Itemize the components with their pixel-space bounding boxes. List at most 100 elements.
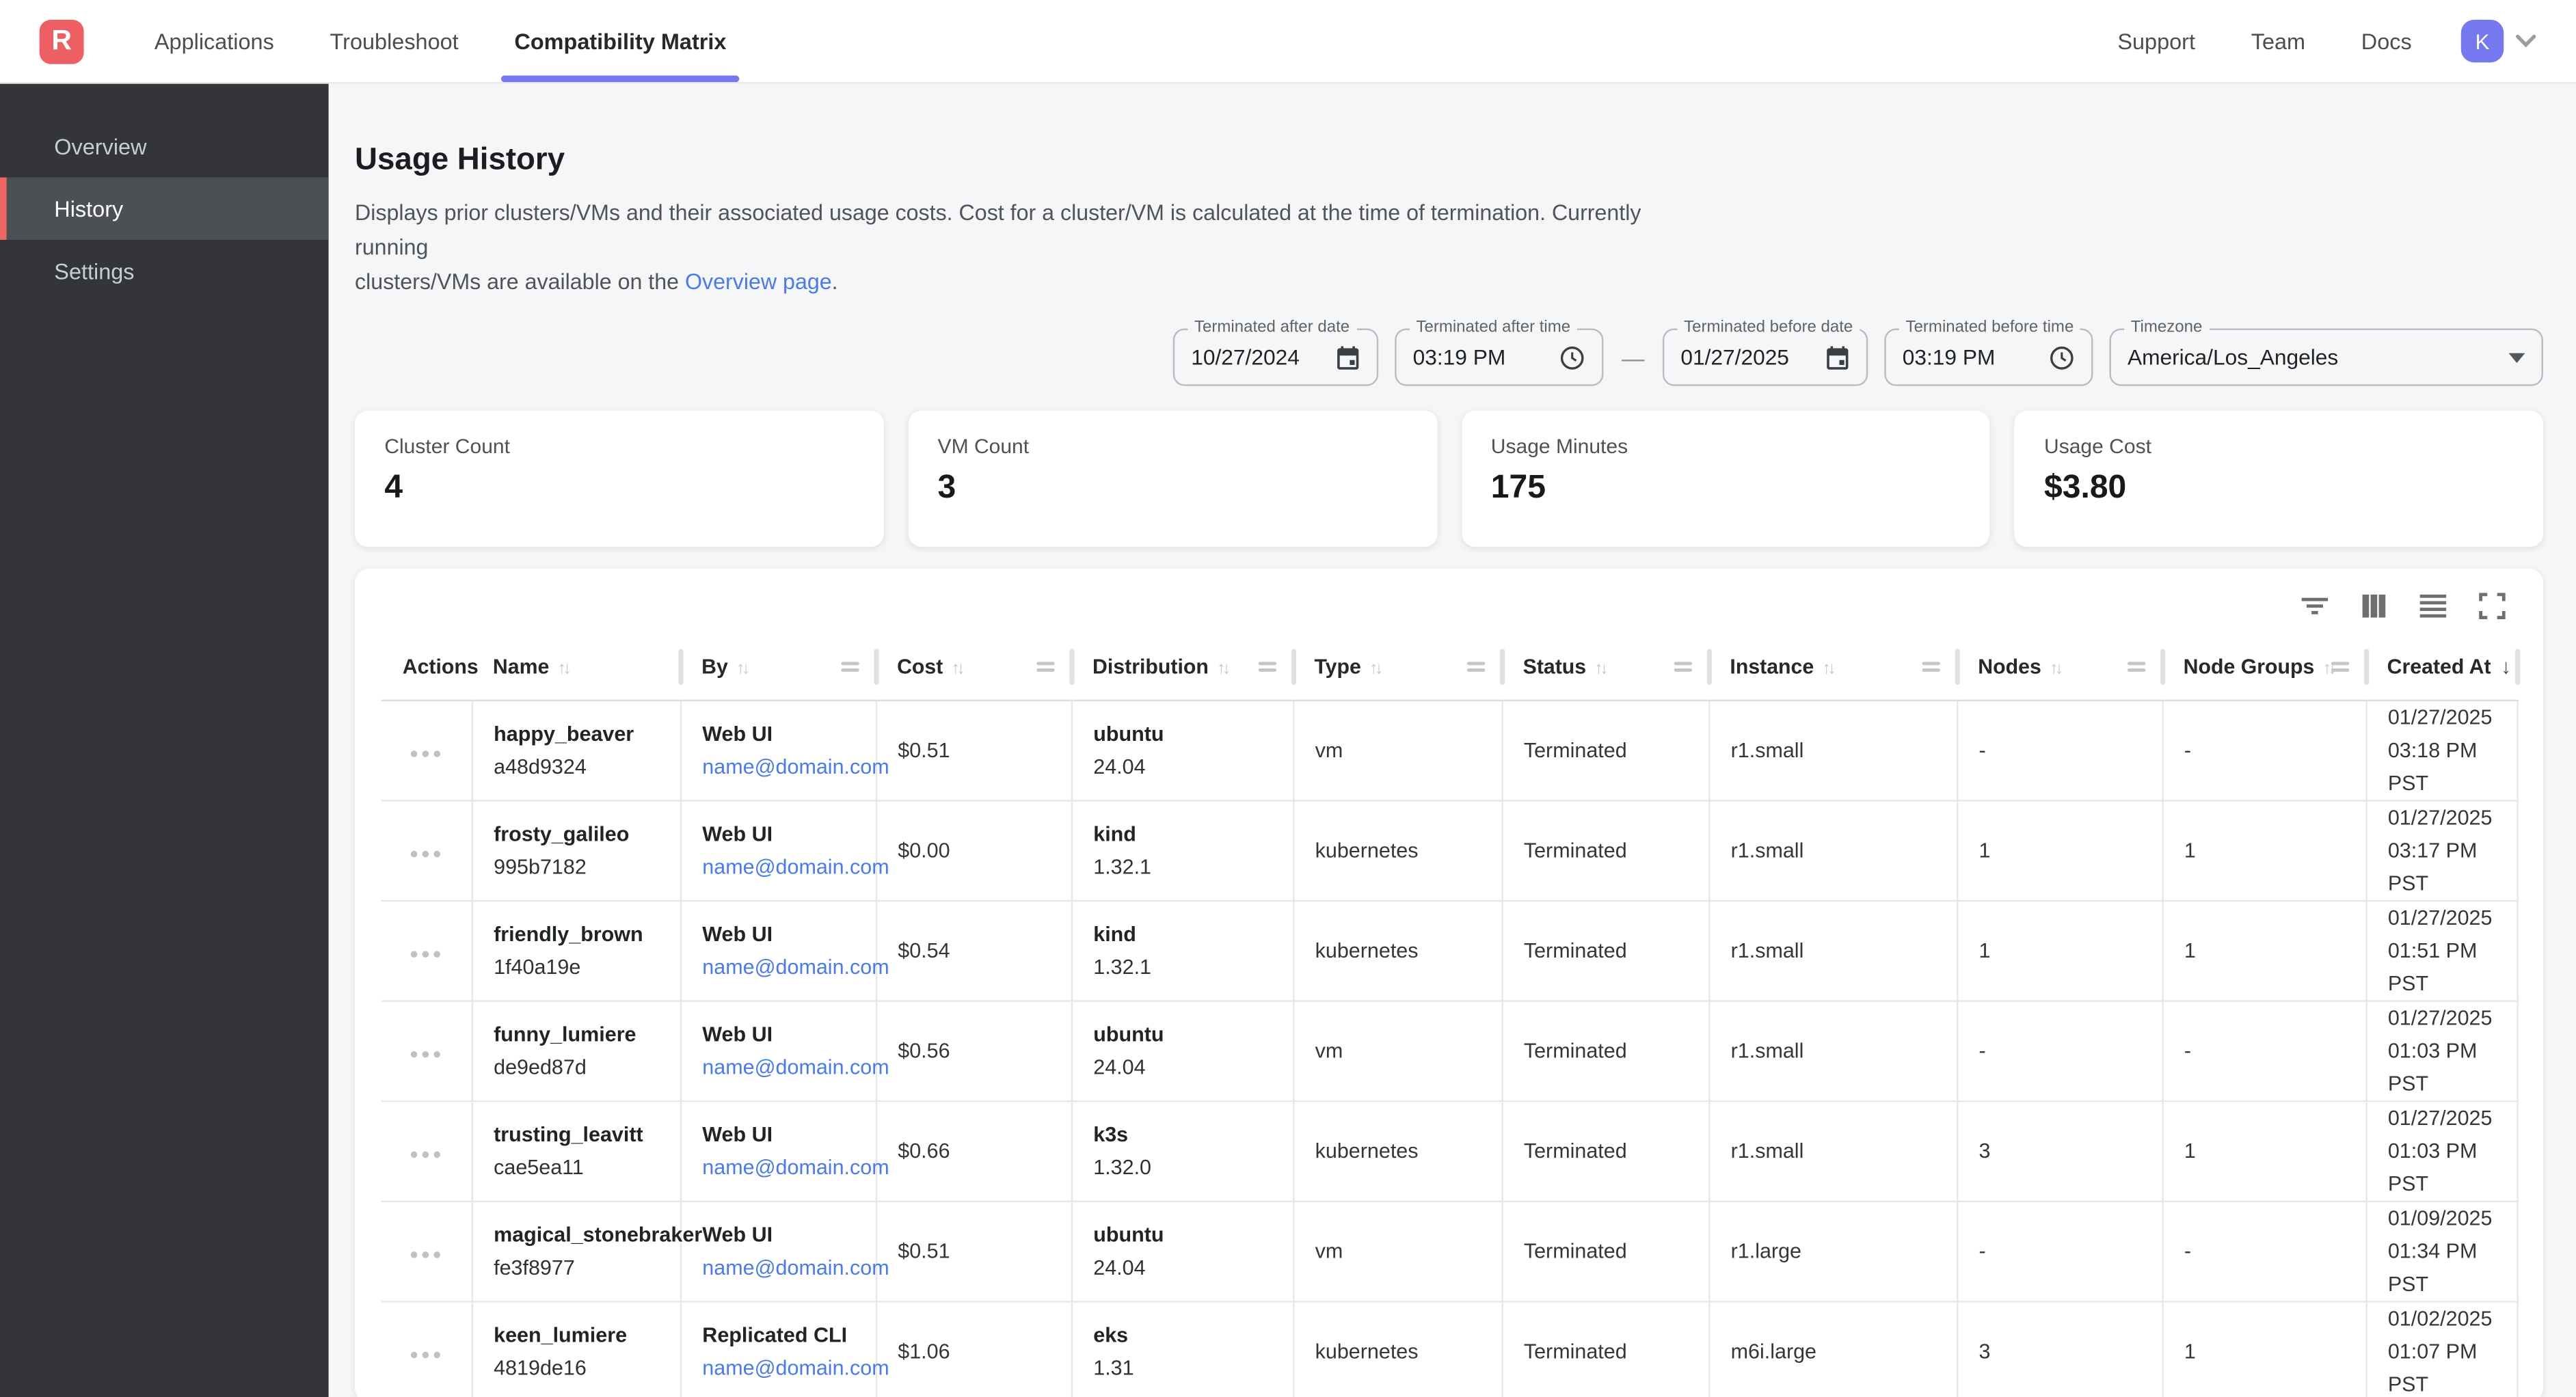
row-actions-button[interactable] (381, 700, 472, 800)
created-by-email-link[interactable]: name@domain.com (702, 1050, 889, 1083)
density-icon[interactable] (2418, 591, 2447, 621)
type-value: kubernetes (1293, 1301, 1501, 1397)
column-header-name[interactable]: Name↑↓ (472, 634, 680, 700)
ellipsis-icon (411, 850, 440, 857)
terminated-after-date-field[interactable]: Terminated after date 10/27/2024 (1173, 329, 1378, 386)
column-header-distribution[interactable]: Distribution↑↓ (1071, 634, 1293, 700)
column-header-status[interactable]: Status↑↓ (1501, 634, 1708, 700)
table-row: happy_beaver a48d9324 Web UI name@domain… (381, 700, 2517, 800)
cost-value: $0.54 (876, 900, 1071, 1001)
stat-value: $3.80 (2044, 470, 2514, 507)
stat-card-cluster-count: Cluster Count 4 (355, 411, 883, 547)
column-header-node-groups[interactable]: Node Groups↑↓ (2162, 634, 2365, 700)
distribution-version: 24.04 (1093, 1050, 1285, 1083)
sidebar-item-history[interactable]: History (0, 178, 329, 240)
sort-icon: ↑↓ (951, 658, 962, 678)
clock-icon[interactable] (1546, 344, 1585, 370)
overview-page-link[interactable]: Overview page (685, 269, 832, 294)
nav-link-docs[interactable]: Docs (2333, 29, 2440, 53)
created-by-source: Web UI (702, 917, 868, 950)
cost-value: $0.56 (876, 1000, 1071, 1100)
sidebar: Overview History Settings (0, 84, 329, 1397)
nav-link-team[interactable]: Team (2223, 29, 2333, 53)
app-viewport: R Applications Troubleshoot Compatibilit… (0, 0, 2576, 1397)
terminated-before-date-field[interactable]: Terminated before date 01/27/2025 (1663, 329, 1868, 386)
chevron-down-icon[interactable] (2515, 34, 2536, 47)
created-time: 01:03 PM PST (2388, 1034, 2510, 1100)
nav-tab-compatibility-matrix[interactable]: Compatibility Matrix (487, 0, 755, 82)
cluster-name: trusting_leavitt (494, 1117, 673, 1150)
created-by-email-link[interactable]: name@domain.com (702, 1150, 889, 1183)
clock-icon[interactable] (2035, 344, 2075, 370)
row-actions-button[interactable] (381, 800, 472, 900)
column-menu-icon (1922, 662, 1940, 675)
sort-icon: ↑↓ (1594, 658, 1605, 678)
calendar-icon[interactable] (1812, 344, 1850, 370)
created-time: 03:17 PM PST (2388, 834, 2510, 899)
secondary-nav: Support Team Docs K (2090, 0, 2537, 82)
row-actions-button[interactable] (381, 1201, 472, 1301)
created-by-email-link[interactable]: name@domain.com (702, 850, 889, 883)
sort-icon: ↑↓ (1369, 658, 1380, 678)
sidebar-item-overview[interactable]: Overview (0, 115, 329, 177)
row-actions-button[interactable] (381, 1301, 472, 1397)
created-date: 01/27/2025 (2388, 701, 2510, 733)
column-header-cost[interactable]: Cost↑↓ (876, 634, 1071, 700)
terminated-before-time-label: Terminated before time (1899, 318, 2080, 336)
nav-tab-troubleshoot[interactable]: Troubleshoot (302, 0, 487, 82)
cluster-id: cae5ea11 (494, 1150, 673, 1183)
avatar[interactable]: K (2461, 20, 2504, 62)
stat-value: 3 (938, 470, 1408, 507)
stat-label: Usage Cost (2044, 435, 2514, 459)
distribution-name: kind (1093, 917, 1285, 950)
created-by-email-link[interactable]: name@domain.com (702, 1351, 889, 1384)
cost-value: $0.66 (876, 1100, 1071, 1201)
sidebar-item-settings[interactable]: Settings (0, 240, 329, 302)
instance-value: r1.small (1708, 800, 1957, 900)
row-actions-button[interactable] (381, 1000, 472, 1100)
description-line2: clusters/VMs are available on the (355, 269, 685, 294)
timezone-select[interactable]: Timezone America/Los_Angeles (2110, 329, 2543, 386)
nodes-value: 3 (1957, 1100, 2162, 1201)
dropdown-caret-icon[interactable] (2495, 352, 2525, 362)
fullscreen-icon[interactable] (2478, 591, 2507, 621)
columns-icon[interactable] (2359, 591, 2389, 621)
column-header-by[interactable]: By↑↓ (680, 634, 876, 700)
nodes-value: 1 (1957, 800, 2162, 900)
filter-icon[interactable] (2300, 591, 2329, 621)
terminated-before-time-field[interactable]: Terminated before time 03:19 PM (1884, 329, 2093, 386)
node-groups-value: 1 (2162, 800, 2365, 900)
cluster-name: keen_lumiere (494, 1318, 673, 1351)
column-header-instance[interactable]: Instance↑↓ (1708, 634, 1957, 700)
created-by-email-link[interactable]: name@domain.com (702, 750, 889, 783)
nav-tab-applications[interactable]: Applications (126, 0, 302, 82)
filter-bar: Terminated after date 10/27/2024 Termina… (355, 329, 2543, 386)
stat-value: 175 (1491, 470, 1961, 507)
distribution-version: 1.31 (1093, 1351, 1285, 1384)
created-by-email-link[interactable]: name@domain.com (702, 950, 889, 983)
node-groups-value: - (2162, 1000, 2365, 1100)
row-actions-button[interactable] (381, 900, 472, 1001)
description-line1: Displays prior clusters/VMs and their as… (355, 200, 1641, 260)
stat-value: 4 (384, 470, 854, 507)
table-row: funny_lumiere de9ed87d Web UI name@domai… (381, 1000, 2517, 1100)
column-header-nodes[interactable]: Nodes↑↓ (1957, 634, 2162, 700)
row-actions-button[interactable] (381, 1100, 472, 1201)
created-by-email-link[interactable]: name@domain.com (702, 1251, 889, 1284)
terminated-after-time-label: Terminated after time (1410, 318, 1577, 336)
terminated-after-time-field[interactable]: Terminated after time 03:19 PM (1395, 329, 1603, 386)
distribution-name: kind (1093, 817, 1285, 850)
ellipsis-icon (411, 1251, 440, 1258)
main-content: Usage History Displays prior clusters/VM… (329, 84, 2576, 1397)
node-groups-value: 1 (2162, 1100, 2365, 1201)
terminated-after-date-value: 10/27/2024 (1191, 345, 1300, 370)
column-header-type[interactable]: Type↑↓ (1293, 634, 1501, 700)
status-value: Terminated (1501, 1100, 1708, 1201)
nav-link-support[interactable]: Support (2090, 29, 2223, 53)
distribution-version: 1.32.1 (1093, 950, 1285, 983)
replicated-logo[interactable]: R (40, 19, 84, 64)
column-menu-icon (1467, 662, 1485, 675)
column-header-created-at[interactable]: Created At↓ (2365, 634, 2517, 700)
instance-value: r1.small (1708, 700, 1957, 800)
calendar-icon[interactable] (1322, 344, 1360, 370)
